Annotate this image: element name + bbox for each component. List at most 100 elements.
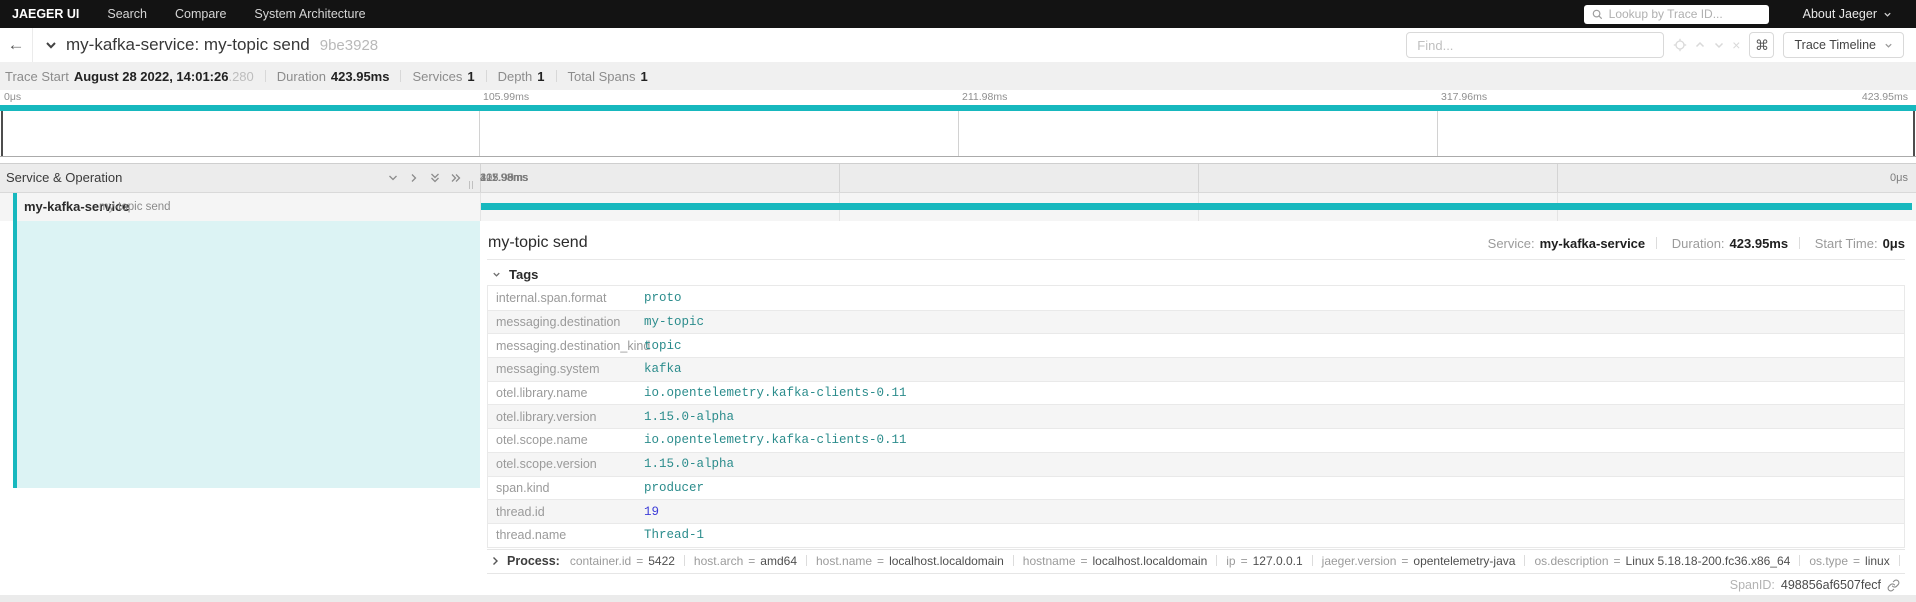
timeline-minimap[interactable] xyxy=(0,105,1916,157)
minimap-tick-label: 105.99ms xyxy=(483,91,530,103)
ruler-gridline xyxy=(1198,164,1199,192)
tags-table: internal.span.format proto messaging.desti… xyxy=(487,285,1905,548)
tags-accordion-toggle[interactable]: Tags xyxy=(491,266,1905,282)
tag-row: internal.span.format proto xyxy=(488,286,1904,310)
span-detail-title: my-topic send xyxy=(488,234,588,251)
find-controls: × xyxy=(1673,38,1740,52)
collapse-one-icon[interactable] xyxy=(450,172,462,184)
service-operation-header: Service & Operation xyxy=(0,164,480,192)
back-button[interactable]: ← xyxy=(0,28,33,62)
trace-id-lookup-input[interactable] xyxy=(1608,7,1761,21)
bottom-scroll-track[interactable] xyxy=(0,595,1916,602)
expand-one-icon[interactable] xyxy=(408,172,420,184)
divider xyxy=(487,259,1905,260)
ruler-gridline xyxy=(839,164,840,192)
trace-stats-bar: Trace Start August 28 2022, 14:01:26 .28… xyxy=(0,62,1916,90)
minimap-tick-label: 211.98ms xyxy=(962,91,1008,103)
keyboard-shortcuts-button[interactable]: ⌘ xyxy=(1749,32,1775,58)
deep-link-icon[interactable] xyxy=(1887,579,1900,592)
nav-item[interactable]: Compare xyxy=(161,7,240,21)
service-operation-label: Service & Operation xyxy=(6,170,123,185)
top-nav: JAEGER UI Search Compare System Architectu… xyxy=(0,0,1916,28)
process-item: container.id = 5422 xyxy=(570,554,694,568)
trace-view-select[interactable]: Trace Timeline xyxy=(1783,32,1904,58)
tag-row: otel.library.name io.opentelemetry.kafka-… xyxy=(488,380,1904,405)
chevron-down-icon xyxy=(1884,41,1893,50)
tag-key: thread.name xyxy=(496,528,567,543)
column-resizer-handle[interactable] xyxy=(469,181,473,189)
nav-item[interactable]: System Architecture xyxy=(240,7,379,21)
minimap-tick-label: 317.96ms xyxy=(1441,91,1488,103)
process-item: hostname = localhost.localdomain xyxy=(1023,554,1226,568)
chevron-down-icon xyxy=(1883,10,1892,19)
chevron-down-icon xyxy=(491,269,502,280)
tag-value: proto xyxy=(644,290,682,305)
process-accordion-toggle[interactable]: Process: container.id = 5422 host.arch = amd6… xyxy=(487,548,1905,574)
timeline-header-row: Service & Operation 0μs 105.99ms 211.98ms 3… xyxy=(0,163,1916,193)
next-result-icon[interactable] xyxy=(1713,39,1725,51)
stat-trace-start: Trace Start August 28 2022, 14:01:26 .28… xyxy=(5,68,254,84)
trace-id-short: 9be3928 xyxy=(319,37,379,54)
span-detail-highlight-column xyxy=(17,221,480,488)
tag-key: otel.scope.name xyxy=(496,433,588,448)
stat-services: Services 1 xyxy=(389,69,474,84)
tag-key: span.kind xyxy=(496,480,550,495)
process-item: host.name = localhost.localdomain xyxy=(816,554,1023,568)
minimap-tick-labels: 0μs 105.99ms 211.98ms 317.96ms 423.95ms xyxy=(0,90,1916,105)
trace-header: ← my-kafka-service: my-topic send 9be392… xyxy=(0,28,1916,62)
tag-value: kafka xyxy=(644,362,682,377)
tag-row: thread.id 19 xyxy=(488,499,1904,523)
minimap-gridline xyxy=(958,111,959,156)
tag-value: topic xyxy=(644,338,682,353)
minimap-gridline xyxy=(1437,111,1438,156)
tag-value: io.opentelemetry.kafka-clients-0.11 xyxy=(644,386,907,401)
process-item: host.arch = amd64 xyxy=(694,554,816,568)
tag-row: otel.scope.name io.opentelemetry.kafka-cl… xyxy=(488,428,1904,452)
span-detail-row: my-topic send Service: my-kafka-service D… xyxy=(0,221,1916,602)
ruler-gridline xyxy=(1557,164,1558,192)
app-brand[interactable]: JAEGER UI xyxy=(12,7,79,21)
span-row-timeline xyxy=(480,193,1916,221)
tag-row: messaging.destination_kind topic xyxy=(488,333,1904,358)
span-duration-bar[interactable] xyxy=(481,203,1912,210)
stat-duration: Duration 423.95ms xyxy=(254,69,390,84)
tag-row: span.kind producer xyxy=(488,475,1904,500)
find-input[interactable] xyxy=(1406,32,1665,58)
process-item: os.type = linux xyxy=(1809,554,1905,568)
tag-key: messaging.destination xyxy=(496,315,621,330)
tag-value: 1.15.0-alpha xyxy=(644,409,735,424)
process-label: Process: xyxy=(507,554,560,569)
detail-duration: Duration: 423.95ms xyxy=(1645,236,1788,251)
detail-service: Service: my-kafka-service xyxy=(1487,235,1646,251)
tags-header-label: Tags xyxy=(509,266,539,282)
nav-item[interactable]: Search xyxy=(93,7,161,21)
nav-items: Search Compare System Architecture xyxy=(93,5,379,23)
span-color-accent xyxy=(13,193,17,221)
span-detail-header: my-topic send Service: my-kafka-service D… xyxy=(487,231,1905,255)
about-jaeger-label: About Jaeger xyxy=(1802,7,1877,21)
process-item: os.description = Linux 5.18.18-200.fc36.x8… xyxy=(1534,554,1809,568)
span-row[interactable]: my-kafka-service my-topic send xyxy=(0,193,1916,221)
trace-title-text: my-kafka-service: my-topic send xyxy=(66,35,310,54)
tag-key: otel.library.version xyxy=(496,409,597,424)
tag-row: otel.library.version 1.15.0-alpha xyxy=(488,404,1904,429)
tag-key: messaging.destination_kind xyxy=(496,338,651,353)
about-jaeger-menu[interactable]: About Jaeger xyxy=(1803,7,1892,21)
tag-row: otel.scope.version 1.15.0-alpha xyxy=(488,451,1904,476)
tag-value: io.opentelemetry.kafka-clients-0.11 xyxy=(644,433,907,448)
ruler-tick-label: 423.95ms xyxy=(480,172,529,184)
minimap-right-scrubber[interactable] xyxy=(1913,111,1915,156)
tag-value: 19 xyxy=(644,504,660,519)
locate-span-icon[interactable] xyxy=(1673,38,1687,52)
prev-result-icon[interactable] xyxy=(1694,39,1706,51)
trace-id-lookup[interactable] xyxy=(1583,4,1769,24)
trace-title: my-kafka-service: my-topic send 9be3928 xyxy=(66,35,378,55)
stat-depth: Depth 1 xyxy=(475,69,545,84)
collapse-trace-chevron-icon[interactable] xyxy=(44,38,58,52)
clear-find-icon[interactable]: × xyxy=(1732,38,1740,52)
collapse-all-icon[interactable] xyxy=(387,172,399,184)
expand-all-icon[interactable] xyxy=(429,172,441,184)
minimap-left-scrubber[interactable] xyxy=(1,111,3,156)
search-icon xyxy=(1592,9,1603,20)
minimap-tick-label: 0μs xyxy=(4,91,22,103)
